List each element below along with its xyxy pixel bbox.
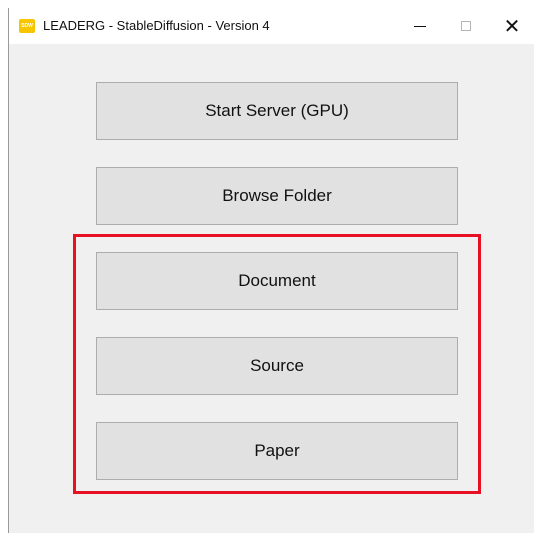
paper-button[interactable]: Paper [96,422,458,480]
title-bar[interactable]: SDW LEADERG - StableDiffusion - Version … [9,8,534,44]
minimize-button[interactable] [397,8,443,44]
close-button[interactable]: ✕ [489,8,534,44]
source-button[interactable]: Source [96,337,458,395]
minimize-icon [414,25,426,27]
browse-folder-button[interactable]: Browse Folder [96,167,458,225]
close-icon: ✕ [503,14,521,38]
app-window: SDW LEADERG - StableDiffusion - Version … [8,8,534,533]
window-title: LEADERG - StableDiffusion - Version 4 [43,18,270,33]
document-button[interactable]: Document [96,252,458,310]
maximize-button[interactable] [443,8,489,44]
start-server-button[interactable]: Start Server (GPU) [96,82,458,140]
maximize-icon [461,21,471,31]
app-logo-icon: SDW [19,19,35,33]
